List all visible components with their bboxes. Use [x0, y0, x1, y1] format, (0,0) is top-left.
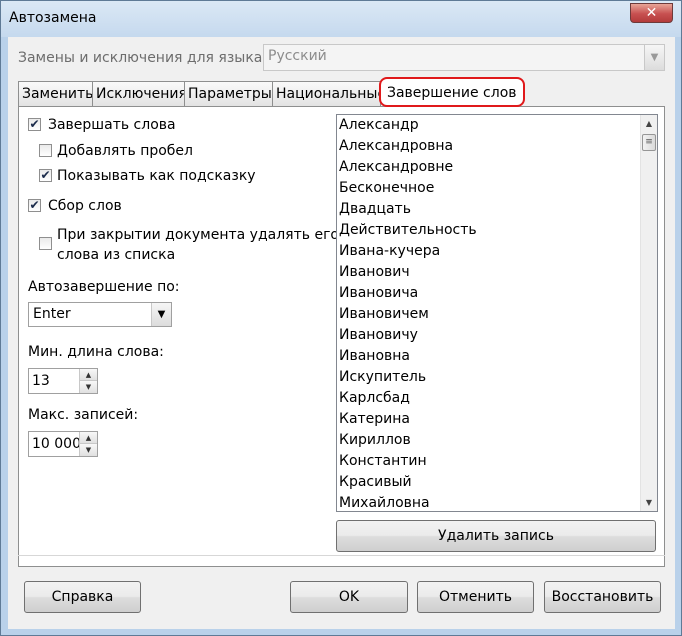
tab-label: Завершение слов [387, 85, 517, 101]
tab-label: Исключения [96, 86, 185, 102]
remove-on-close-checkbox[interactable] [39, 237, 52, 250]
help-label: Справка [51, 589, 114, 605]
min-length-value: 13 [32, 373, 50, 389]
tab-localized[interactable]: Национальные [272, 81, 381, 106]
title-bar[interactable]: Автозамена ✕ [1, 1, 681, 37]
list-item[interactable]: Александровне [337, 157, 657, 178]
language-value: Русский [268, 48, 327, 64]
close-icon: ✕ [645, 5, 658, 21]
tab-exceptions[interactable]: Исключения [92, 81, 185, 106]
remove-on-close-label-line2[interactable]: слова из списка [57, 247, 175, 263]
check-icon: ✔ [40, 168, 51, 182]
tab-label: Параметры [188, 86, 272, 102]
language-label: Замены и исключения для языка: [18, 50, 268, 66]
tab-word-completion[interactable]: Завершение слов [379, 77, 525, 107]
autocomplete-key-select[interactable]: Enter ▼ [28, 302, 172, 327]
cancel-button[interactable]: Отменить [417, 581, 534, 613]
delete-entry-button[interactable]: Удалить запись [336, 520, 656, 552]
restore-button[interactable]: Восстановить [544, 581, 661, 613]
list-item[interactable]: Михайловна [337, 493, 657, 511]
list-item[interactable]: Действительность [337, 220, 657, 241]
min-length-label: Мин. длина слова: [28, 344, 164, 360]
chevron-down-icon: ▼ [151, 303, 171, 326]
complete-words-checkbox[interactable]: ✔ [28, 118, 41, 131]
word-items: Александр Александровна Александровне Беско… [337, 115, 657, 511]
chevron-down-icon: ▼ [644, 45, 664, 70]
show-as-tip-label[interactable]: Показывать как подсказку [57, 168, 256, 184]
delete-entry-label: Удалить запись [438, 528, 554, 544]
window-title: Автозамена [9, 10, 97, 26]
spin-up-icon[interactable]: ▲ [79, 369, 97, 381]
tab-label: Заменить [22, 86, 93, 102]
list-item[interactable]: Красивый [337, 472, 657, 493]
tab-label: Национальные [276, 86, 381, 102]
list-item[interactable]: Двадцать [337, 199, 657, 220]
list-item[interactable]: Искупитель [337, 367, 657, 388]
list-item[interactable]: Иванович [337, 262, 657, 283]
min-length-stepper[interactable]: 13 ▲ ▼ [28, 368, 98, 394]
check-icon: ✔ [29, 117, 40, 131]
restore-label: Восстановить [551, 589, 654, 605]
list-scrollbar[interactable]: ▲ ≡ ▼ [640, 115, 657, 511]
help-button[interactable]: Справка [24, 581, 141, 613]
collect-words-checkbox[interactable]: ✔ [28, 199, 41, 212]
scroll-thumb[interactable]: ≡ [642, 134, 656, 151]
autocomplete-label: Автозавершение по: [28, 279, 180, 295]
list-item[interactable]: Александровна [337, 136, 657, 157]
autocomplete-key-value: Enter [33, 306, 71, 322]
scroll-down-icon[interactable]: ▼ [641, 494, 657, 511]
close-button[interactable]: ✕ [630, 3, 673, 23]
list-item[interactable]: Бесконечное [337, 178, 657, 199]
list-item[interactable]: Константин [337, 451, 657, 472]
divider [18, 555, 665, 556]
scroll-up-icon[interactable]: ▲ [641, 115, 657, 132]
list-item[interactable]: Ивановичу [337, 325, 657, 346]
ok-label: OK [338, 589, 360, 605]
spin-down-icon[interactable]: ▼ [79, 381, 97, 393]
autocorrect-dialog: Автозамена ✕ Замены и исключения для язы… [0, 0, 682, 636]
spin-up-icon[interactable]: ▲ [79, 432, 97, 444]
language-select[interactable]: Русский ▼ [263, 44, 665, 71]
max-entries-label: Макс. записей: [28, 407, 139, 423]
tab-options[interactable]: Параметры [184, 81, 273, 106]
remove-on-close-label-line1[interactable]: При закрытии документа удалять его [57, 227, 339, 243]
list-item[interactable]: Кириллов [337, 430, 657, 451]
list-item[interactable]: Ивановичем [337, 304, 657, 325]
collect-words-label[interactable]: Сбор слов [48, 198, 122, 214]
list-item[interactable]: Ивана-кучера [337, 241, 657, 262]
dialog-client-area: Замены и исключения для языка: Русский ▼… [8, 37, 675, 629]
max-entries-stepper[interactable]: 10 000 ▲ ▼ [28, 431, 98, 457]
add-space-label[interactable]: Добавлять пробел [57, 143, 193, 159]
list-item[interactable]: Ивановича [337, 283, 657, 304]
list-item[interactable]: Александр [337, 115, 657, 136]
show-as-tip-checkbox[interactable]: ✔ [39, 169, 52, 182]
tab-replace[interactable]: Заменить [18, 81, 93, 106]
check-icon: ✔ [29, 198, 40, 212]
spin-down-icon[interactable]: ▼ [79, 444, 97, 456]
max-entries-value: 10 000 [32, 436, 81, 452]
ok-button[interactable]: OK [290, 581, 408, 613]
list-item[interactable]: Катерина [337, 409, 657, 430]
cancel-label: Отменить [438, 589, 512, 605]
add-space-checkbox[interactable] [39, 144, 52, 157]
list-item[interactable]: Ивановна [337, 346, 657, 367]
collected-words-list[interactable]: Александр Александровна Александровне Беско… [336, 114, 658, 512]
complete-words-label[interactable]: Завершать слова [48, 117, 176, 133]
list-item[interactable]: Карлсбад [337, 388, 657, 409]
